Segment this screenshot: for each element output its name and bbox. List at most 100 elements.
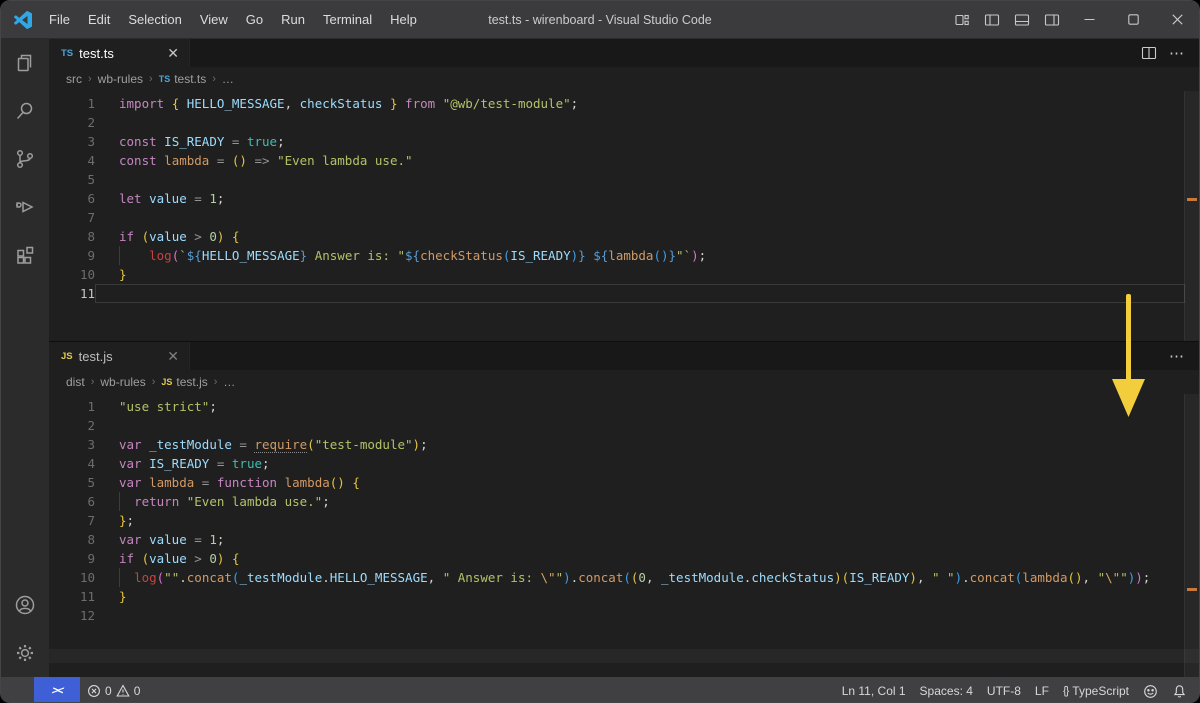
maximize-icon — [1127, 14, 1139, 25]
javascript-file-icon: JS — [61, 350, 73, 362]
breadcrumb-item[interactable]: wb-rules — [99, 375, 146, 389]
line-number[interactable]: 5 — [49, 473, 95, 492]
menu-view[interactable]: View — [191, 1, 237, 38]
code-line: 11} — [49, 587, 1199, 606]
panel-bottom-icon — [1014, 13, 1030, 26]
minimize-button[interactable] — [1067, 1, 1111, 38]
more-actions-icon[interactable]: ⋯ — [1169, 44, 1185, 62]
breadcrumb-separator: › — [151, 376, 156, 388]
line-number[interactable]: 5 — [49, 170, 95, 189]
cursor-position[interactable]: Ln 11, Col 1 — [835, 677, 913, 702]
toggle-primary-sidebar-button[interactable] — [977, 7, 1007, 33]
menu-terminal[interactable]: Terminal — [314, 1, 381, 38]
line-number[interactable]: 4 — [49, 151, 95, 170]
breadcrumb-item[interactable]: … — [221, 72, 235, 86]
line-number[interactable]: 3 — [49, 132, 95, 151]
files-icon — [17, 54, 32, 72]
close-button[interactable] — [1155, 1, 1199, 38]
vertical-scrollbar[interactable] — [1184, 91, 1199, 341]
maximize-button[interactable] — [1111, 1, 1155, 38]
window-controls — [947, 1, 1199, 38]
line-number[interactable]: 8 — [49, 227, 95, 246]
activity-settings[interactable] — [1, 629, 49, 677]
tab-test-ts[interactable]: TS test.ts ✕ — [49, 39, 190, 67]
line-number[interactable]: 3 — [49, 435, 95, 454]
line-number[interactable]: 11 — [49, 587, 95, 606]
line-number[interactable]: 2 — [49, 113, 95, 132]
line-number[interactable]: 6 — [49, 189, 95, 208]
line-number[interactable]: 11 — [49, 284, 95, 303]
split-editor-icon[interactable] — [1141, 45, 1157, 61]
feedback-smiley-icon — [1144, 684, 1157, 698]
remote-indicator[interactable]: >< — [34, 677, 80, 702]
problems-indicator[interactable]: 0 0 — [80, 677, 147, 702]
line-number[interactable]: 12 — [49, 606, 95, 625]
sidebar-right-icon — [1044, 13, 1060, 26]
tab-label: test.js — [78, 348, 113, 364]
code-lines: 1 "use strict"; 2 3 var _testModule = requir… — [49, 394, 1199, 625]
activity-source-control[interactable] — [1, 135, 49, 183]
code-line: 10} — [49, 265, 1199, 284]
line-number[interactable]: 10 — [49, 265, 95, 284]
activity-run-debug[interactable] — [1, 183, 49, 231]
activity-accounts[interactable] — [1, 581, 49, 629]
eol-setting[interactable]: LF — [1028, 677, 1056, 702]
code-line: 9 log(`${HELLO_MESSAGE} Answer is: "${ch… — [49, 246, 1199, 265]
breadcrumb-item[interactable]: … — [222, 375, 236, 389]
overview-ruler-marker — [1187, 198, 1197, 201]
menu-bar: File Edit Selection View Go Run Terminal Help — [40, 1, 426, 38]
more-actions-icon[interactable]: ⋯ — [1169, 347, 1185, 365]
tab-test-js[interactable]: JS test.js ✕ — [49, 342, 190, 370]
line-number[interactable]: 8 — [49, 530, 95, 549]
activity-explorer[interactable] — [1, 39, 49, 87]
menu-go[interactable]: Go — [237, 1, 272, 38]
notifications-button[interactable] — [1165, 677, 1199, 702]
line-number[interactable]: 9 — [49, 549, 95, 568]
editor-area: TS test.ts ✕ ⋯ src › wb-rules › TS test.ts ›… … — [49, 39, 1199, 677]
breadcrumb-item[interactable]: TS test.ts — [158, 72, 208, 86]
code-editor-js[interactable]: 1 "use strict"; 2 3 var _testModule = requir… — [49, 394, 1199, 677]
menu-selection[interactable]: Selection — [119, 1, 190, 38]
breadcrumb-item[interactable]: dist — [65, 375, 86, 389]
breadcrumb-separator: › — [212, 73, 216, 85]
main-area: TS test.ts ✕ ⋯ src › wb-rules › TS test.ts ›… … — [1, 39, 1199, 677]
vertical-scrollbar[interactable] — [1184, 394, 1199, 677]
language-mode[interactable]: {} TypeScript — [1056, 677, 1136, 702]
toggle-panel-button[interactable] — [1007, 7, 1037, 33]
activity-extensions[interactable] — [1, 231, 49, 279]
vscode-logo — [14, 10, 32, 29]
line-number[interactable]: 9 — [49, 246, 95, 265]
tab-close-icon[interactable]: ✕ — [153, 46, 179, 60]
line-number[interactable]: 6 — [49, 492, 95, 511]
horizontal-scrollbar[interactable] — [49, 649, 1199, 663]
breadcrumb-item[interactable]: wb-rules — [97, 72, 144, 86]
customize-layout-button[interactable] — [947, 7, 977, 33]
code-line: 12 — [49, 606, 1199, 625]
line-number[interactable]: 7 — [49, 511, 95, 530]
menu-file[interactable]: File — [40, 1, 79, 38]
code-line: 4 var IS_READY = true; — [49, 454, 1199, 473]
vscode-window: File Edit Selection View Go Run Terminal Help t… — [0, 0, 1200, 703]
breadcrumb-item[interactable]: JS test.js — [160, 375, 208, 389]
line-number[interactable]: 2 — [49, 416, 95, 435]
menu-help[interactable]: Help — [381, 1, 426, 38]
feedback-button[interactable] — [1136, 677, 1165, 702]
line-number[interactable]: 4 — [49, 454, 95, 473]
menu-edit[interactable]: Edit — [79, 1, 119, 38]
toggle-secondary-sidebar-button[interactable] — [1037, 7, 1067, 33]
line-number[interactable]: 10 — [49, 568, 95, 587]
code-line: 6 let value = 1; — [49, 189, 1199, 208]
line-number[interactable]: 1 — [49, 397, 95, 416]
encoding-setting[interactable]: UTF-8 — [980, 677, 1028, 702]
menu-run[interactable]: Run — [272, 1, 314, 38]
tab-close-icon[interactable]: ✕ — [153, 349, 179, 363]
line-number[interactable]: 7 — [49, 208, 95, 227]
indentation-setting[interactable]: Spaces: 4 — [913, 677, 980, 702]
code-line: 5 var lambda = function lambda() { — [49, 473, 1199, 492]
code-lines: 1 import { HELLO_MESSAGE, checkStatus } f… — [49, 91, 1199, 303]
gear-icon — [17, 645, 33, 661]
code-editor-ts[interactable]: 1 import { HELLO_MESSAGE, checkStatus } f… — [49, 91, 1199, 341]
breadcrumb-item[interactable]: src — [65, 72, 83, 86]
activity-search[interactable] — [1, 87, 49, 135]
line-number[interactable]: 1 — [49, 94, 95, 113]
